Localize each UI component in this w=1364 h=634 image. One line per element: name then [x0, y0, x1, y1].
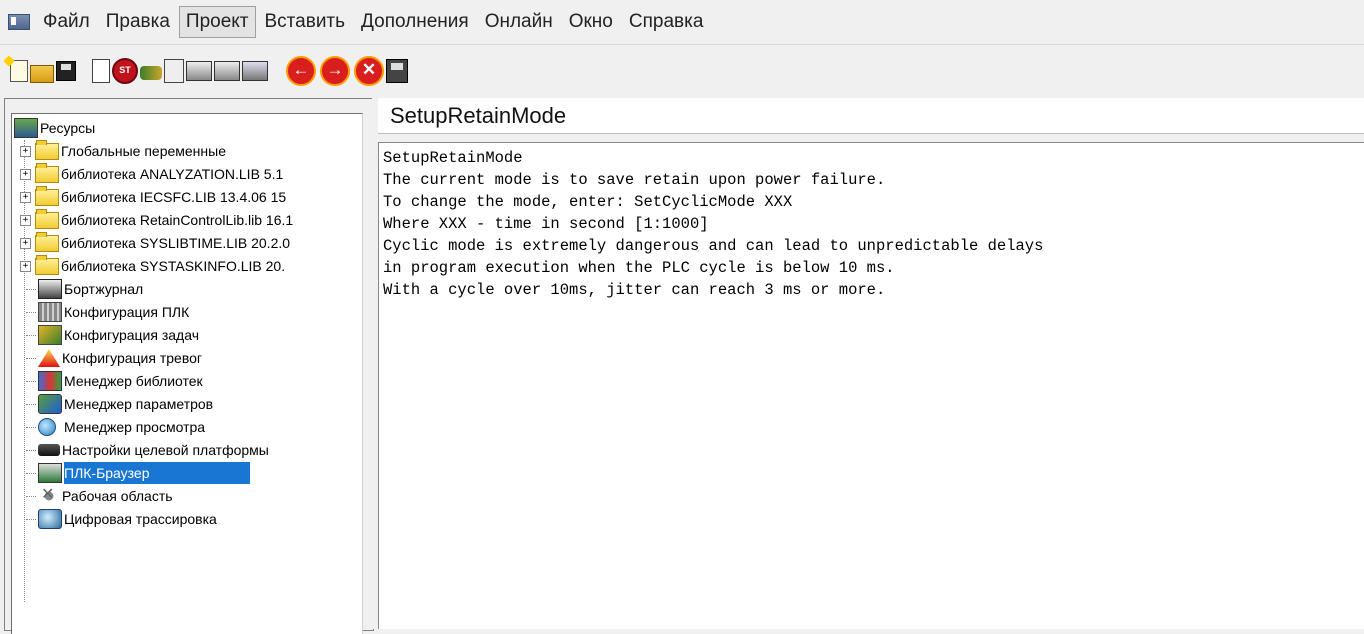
menu-window[interactable]: Окно — [562, 6, 620, 38]
tree-item-task-config[interactable]: Конфигурация задач — [26, 324, 199, 346]
menu-edit[interactable]: Правка — [99, 6, 177, 38]
tree-item-label: Конфигурация задач — [64, 327, 199, 343]
tree-item-label: Конфигурация ПЛК — [64, 304, 190, 320]
search-icon[interactable] — [242, 61, 268, 81]
tree-item-plc-config[interactable]: Конфигурация ПЛК — [26, 301, 189, 323]
output-line: SetupRetainMode — [383, 149, 523, 167]
expand-icon[interactable]: + — [20, 237, 31, 249]
tree-item-label: Цифровая трассировка — [64, 511, 217, 527]
resources-icon — [14, 118, 38, 138]
output-line: in program execution when the PLC cycle … — [383, 259, 895, 277]
tree-item-label: библиотека IECSFC.LIB 13.4.06 15 — [61, 189, 287, 205]
menu-file[interactable]: Файл — [36, 6, 97, 38]
tree-root[interactable]: Ресурсы — [14, 117, 95, 139]
expand-icon[interactable]: + — [20, 191, 31, 203]
output-line: To change the mode, enter: SetCyclicMode… — [383, 193, 793, 211]
tree-item-workspace[interactable]: Рабочая область — [26, 484, 173, 507]
menu-help[interactable]: Справка — [622, 6, 711, 38]
target-settings-icon — [38, 444, 60, 456]
tree-item-lib-iecsfc[interactable]: + библиотека IECSFC.LIB 13.4.06 15 — [20, 185, 287, 208]
menu-bar: Файл Правка Проект Вставить Дополнения О… — [0, 0, 1364, 45]
back-icon[interactable]: ← — [286, 56, 316, 86]
tree-item-label: Глобальные переменные — [61, 143, 226, 159]
workspace-icon — [38, 484, 60, 506]
expand-icon[interactable]: + — [20, 260, 31, 272]
folder-icon — [35, 231, 59, 252]
task-config-icon — [38, 325, 62, 345]
tree-item-lib-systaskinfo[interactable]: + библиотека SYSTASKINFO.LIB 20. — [20, 254, 286, 277]
tree-item-label: Менеджер параметров — [64, 396, 214, 412]
browser-output[interactable]: SetupRetainMode The current mode is to s… — [378, 142, 1364, 629]
alarm-icon — [38, 349, 60, 367]
folder-icon — [35, 254, 59, 275]
browser-title: SetupRetainMode — [378, 98, 1364, 134]
output-line: The current mode is to save retain upon … — [383, 171, 886, 189]
menu-online[interactable]: Онлайн — [478, 6, 560, 38]
list-icon[interactable] — [92, 59, 110, 83]
tree-item-parameter-manager[interactable]: Менеджер параметров — [26, 393, 213, 415]
tree-item-label: ПЛК-Браузер — [64, 462, 250, 484]
menu-insert[interactable]: Вставить — [258, 6, 353, 38]
new-icon[interactable] — [10, 60, 28, 82]
tree-item-label: Менеджер библиотек — [64, 373, 203, 389]
tree-root-label: Ресурсы — [40, 120, 96, 136]
tree-item-label: Конфигурация тревог — [62, 350, 202, 366]
parameter-manager-icon — [38, 394, 62, 414]
resource-tree[interactable]: Ресурсы + Глобальные переменные + библио… — [11, 113, 363, 634]
tree-item-label: Настройки целевой платформы — [62, 442, 269, 458]
window-system-icon[interactable] — [8, 14, 30, 30]
tree-item-label: Бортжурнал — [64, 281, 144, 297]
printer-icon[interactable] — [186, 61, 212, 81]
output-line: Where XXX - time in second [1:1000] — [383, 215, 709, 233]
tree-item-plc-browser[interactable]: ПЛК-Браузер — [26, 462, 250, 484]
tree-item-lib-retaincontrol[interactable]: + библиотека RetainControlLib.lib 16.1 — [20, 208, 294, 231]
plc-config-icon — [38, 302, 62, 322]
tree-item-label: Рабочая область — [62, 488, 173, 504]
menu-extras[interactable]: Дополнения — [354, 6, 476, 38]
expand-icon[interactable]: + — [20, 214, 31, 226]
tree-item-alarm-config[interactable]: Конфигурация тревог — [26, 347, 202, 369]
tree-item-label: Менеджер просмотра — [64, 419, 206, 435]
plc-browser-icon — [38, 463, 62, 483]
tree-item-target-settings[interactable]: Настройки целевой платформы — [26, 439, 269, 461]
resources-panel: Ресурсы + Глобальные переменные + библио… — [4, 98, 374, 634]
tree-item-label: библиотека SYSTASKINFO.LIB 20. — [61, 258, 286, 274]
tree-item-global-vars[interactable]: + Глобальные переменные — [20, 139, 226, 162]
folder-icon — [35, 185, 59, 206]
tree-item-label: библиотека SYSLIBTIME.LIB 20.2.0 — [61, 235, 291, 251]
expand-icon[interactable]: + — [20, 145, 31, 157]
folder-icon — [35, 208, 59, 229]
tree-item-log[interactable]: Бортжурнал — [26, 278, 143, 300]
connect-icon[interactable] — [140, 66, 162, 80]
library-manager-icon — [38, 371, 62, 391]
close-icon[interactable]: ✕ — [354, 56, 384, 86]
tree-item-lib-syslibtime[interactable]: + библиотека SYSLIBTIME.LIB 20.2.0 — [20, 231, 291, 254]
folder-icon — [35, 162, 59, 183]
tree-item-label: библиотека ANALYZATION.LIB 5.1 — [61, 166, 284, 182]
save-all-icon[interactable] — [386, 59, 408, 83]
expand-icon[interactable]: + — [20, 168, 31, 180]
menu-project[interactable]: Проект — [178, 6, 256, 38]
folder-icon — [35, 139, 59, 160]
open-icon[interactable] — [30, 65, 54, 83]
tree-item-watch-manager[interactable]: Менеджер просмотра — [26, 416, 205, 438]
tree-item-lib-analyzation[interactable]: + библиотека ANALYZATION.LIB 5.1 — [20, 162, 284, 185]
save-icon[interactable] — [56, 61, 76, 81]
output-line: With a cycle over 10ms, jitter can reach… — [383, 281, 886, 299]
docs-icon[interactable] — [164, 59, 184, 83]
stop-icon[interactable]: ST — [112, 58, 138, 84]
tree-item-digital-trace[interactable]: Цифровая трассировка — [26, 508, 217, 530]
logbook-icon — [38, 279, 62, 299]
watch-manager-icon — [38, 418, 56, 436]
tree-item-library-manager[interactable]: Менеджер библиотек — [26, 370, 203, 392]
printer-setup-icon[interactable] — [214, 61, 240, 81]
digital-trace-icon — [38, 509, 62, 529]
output-line: Cyclic mode is extremely dangerous and c… — [383, 237, 1044, 255]
tree-item-label: библиотека RetainControlLib.lib 16.1 — [61, 212, 294, 228]
toolbar: ST ← → ✕ — [0, 50, 1364, 92]
forward-icon[interactable]: → — [320, 56, 350, 86]
